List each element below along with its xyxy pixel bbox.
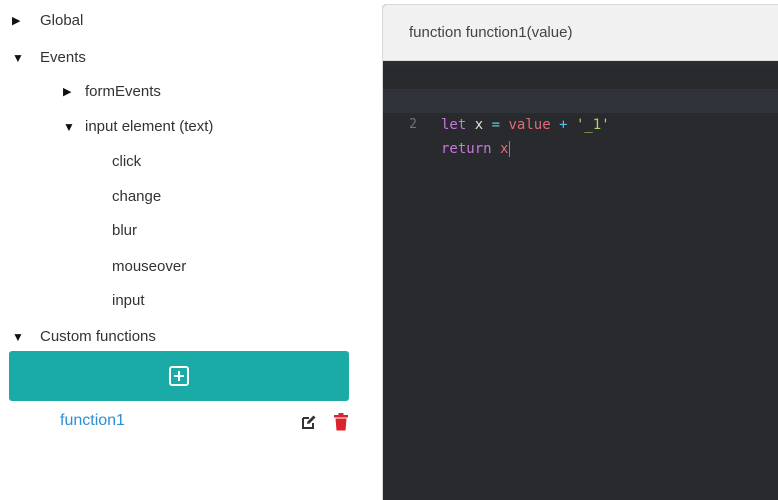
code-keyword: return xyxy=(441,141,492,157)
event-item-blur[interactable]: blur xyxy=(112,220,137,242)
event-item-change[interactable]: change xyxy=(112,186,161,208)
function-list-item: function1 xyxy=(0,409,360,433)
event-item-mouseover[interactable]: mouseover xyxy=(112,256,186,278)
code-string: '_1' xyxy=(575,117,610,133)
tree-node-global[interactable]: ▶ Global xyxy=(12,10,83,32)
add-function-button[interactable] xyxy=(9,351,349,401)
tree-node-input-element[interactable]: ▼ input element (text) xyxy=(63,116,213,138)
trash-icon[interactable] xyxy=(333,413,349,431)
caret-down-icon[interactable]: ▼ xyxy=(12,326,24,348)
editor-header: function function1(value) xyxy=(383,5,778,61)
tree-node-custom-functions[interactable]: ▼ Custom functions xyxy=(12,326,156,348)
code-text: return x xyxy=(441,137,511,161)
function-name-link[interactable]: function1 xyxy=(60,409,125,433)
tree-node-label: Custom functions xyxy=(40,328,156,345)
caret-down-icon[interactable]: ▼ xyxy=(12,47,24,69)
tree-node-form-events[interactable]: ▶ formEvents xyxy=(63,81,161,103)
event-item-click[interactable]: click xyxy=(112,151,141,173)
caret-down-icon[interactable]: ▼ xyxy=(63,116,75,138)
code-operator: + xyxy=(559,117,568,133)
code-operator: = xyxy=(491,117,501,133)
tree-node-label: formEvents xyxy=(85,83,161,100)
code-variable: x xyxy=(500,141,509,157)
code-line-active[interactable]: 2 return x xyxy=(383,89,778,157)
tree-node-label: Global xyxy=(40,12,84,29)
tree-node-events[interactable]: ▼ Events xyxy=(12,47,86,69)
tree-node-label: Events xyxy=(40,49,86,66)
line-number: 2 xyxy=(409,117,417,132)
event-item-input[interactable]: input xyxy=(112,290,145,312)
code-editor-panel: function function1(value) 1 let x = valu… xyxy=(382,4,778,500)
function-tree: ▶ Global ▼ Events ▶ formEvents ▼ input e… xyxy=(0,0,382,499)
caret-right-icon[interactable]: ▶ xyxy=(63,81,75,103)
code-keyword: let xyxy=(441,117,467,133)
code-line[interactable]: 1 let x = value + '_1' xyxy=(383,65,778,133)
function-signature: function function1(value) xyxy=(409,24,573,41)
tree-node-label: input element (text) xyxy=(85,118,214,135)
plus-square-icon xyxy=(169,366,189,386)
code-identifier: value xyxy=(508,117,551,133)
caret-right-icon[interactable]: ▶ xyxy=(12,10,24,32)
code-variable: x xyxy=(474,117,484,133)
edit-icon[interactable] xyxy=(301,414,317,430)
code-text: let x = value + '_1' xyxy=(441,113,610,137)
code-area[interactable]: 1 let x = value + '_1' 2 return x xyxy=(383,65,778,500)
text-cursor xyxy=(509,141,511,157)
